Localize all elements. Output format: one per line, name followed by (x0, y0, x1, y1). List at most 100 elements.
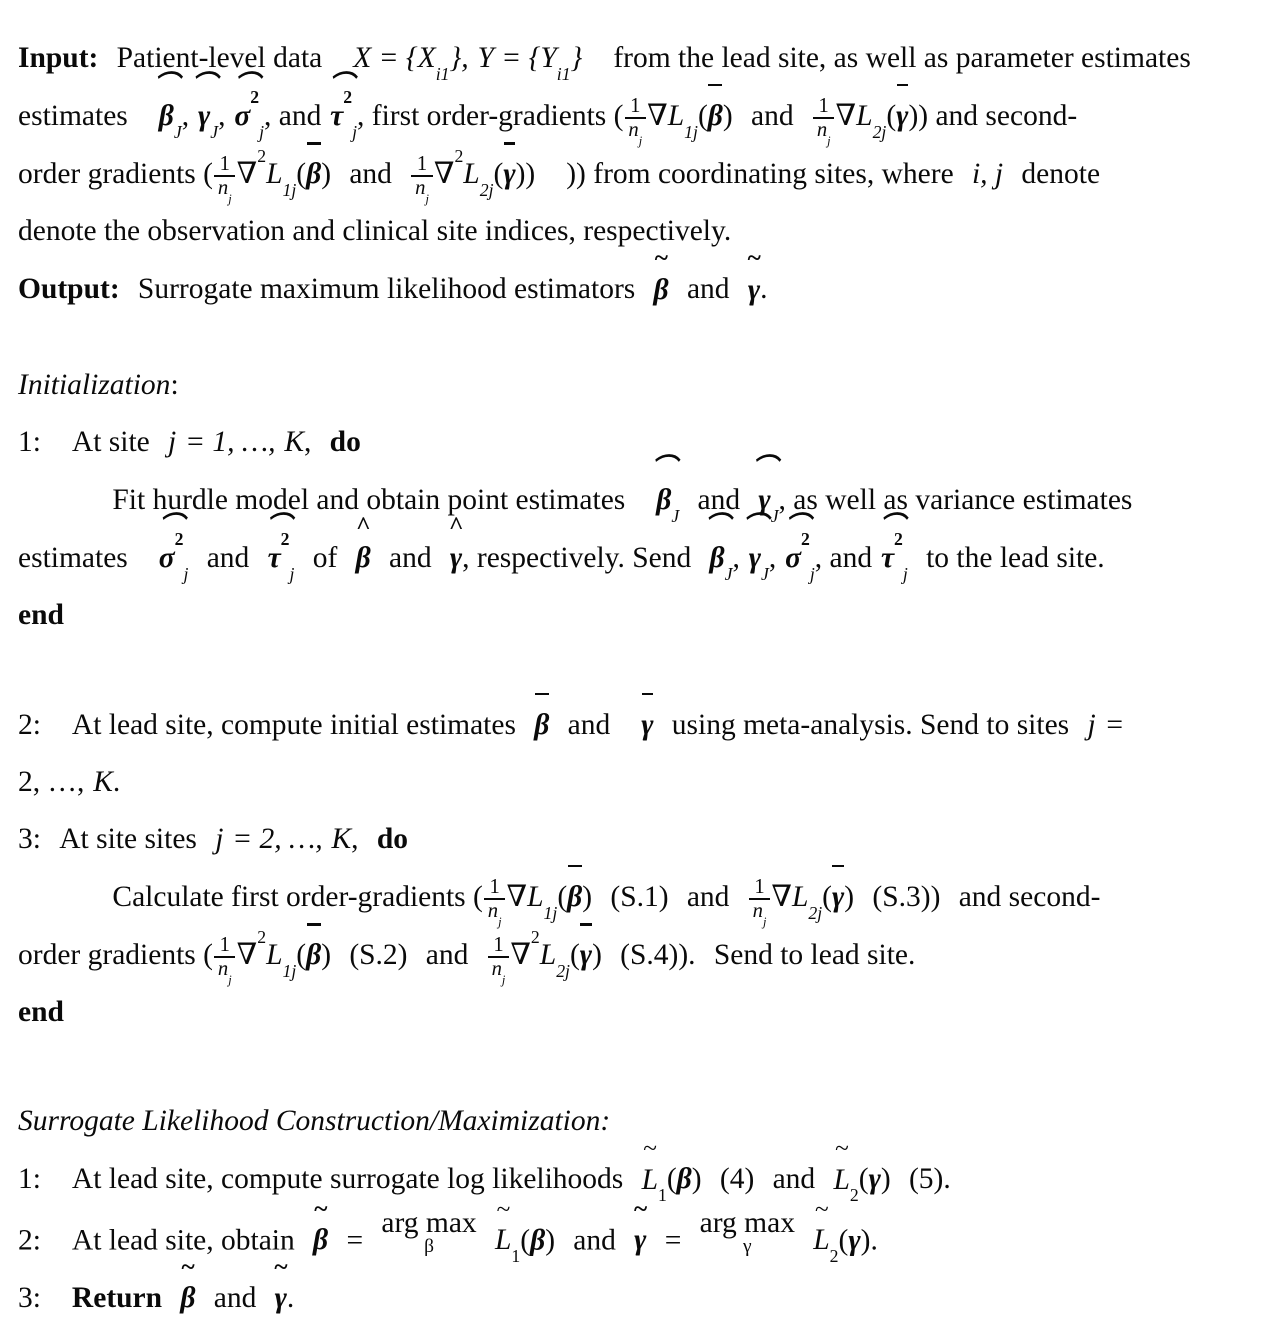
surrogate-step-1: 1: At lead site, compute surrogate log li… (18, 1134, 1266, 1208)
nabla-icon-5: ∇ (506, 881, 528, 914)
initialization-block: Initialization: 1: At site j = 1, …, K, do Fi… (18, 357, 1266, 644)
argmax-under-beta: β (424, 1235, 434, 1257)
input-math-X-close: }, (449, 42, 469, 74)
gamma-bar-symbol-5: γ (580, 923, 592, 984)
nabla-icon-3: ∇ (236, 158, 258, 191)
frac-den-1: nj (624, 117, 646, 147)
send-tau-hat-sq: ⌒ τ2 (879, 512, 905, 574)
frac-one-over-nj-2: 1 nj (813, 95, 835, 147)
nabla-sup-2-b: 2 (454, 145, 464, 166)
gamma-tilde-symbol-1: ~ γ (746, 244, 762, 306)
frac-one-over-nj-8: 1 nj (487, 934, 510, 987)
init-body-word-estimates: estimates (18, 541, 128, 574)
input-line-3: order gradients (1 nj ∇2L1j(β) and 1 nj ∇2L2j(… (18, 142, 1266, 206)
paren-open-2: ( (886, 100, 897, 133)
init-step-1: 1: At site j = 1, …, K, do (18, 425, 361, 458)
paren-open-1: ( (697, 100, 708, 133)
main-do-keyword: do (376, 823, 408, 856)
L2j-2: L (463, 158, 480, 191)
beta-bar-symbol-5: β (306, 923, 321, 984)
frac-one-over-nj-7: 1 nj (214, 934, 236, 987)
main-step-2-line-2: 2, …, K. (18, 766, 121, 799)
frac-one-over-nj-3: 1 nj (214, 153, 236, 206)
input-text-3: , first order-gradients ( (357, 100, 624, 133)
input-line-1: Input: Patient-level data X = {Xi1}, Y = {Y… (18, 30, 1266, 87)
beta-bar-symbol-3: β (534, 692, 549, 754)
ref-s4: (S.4)). (620, 939, 696, 972)
send-gamma-hat-J: ⌒ γ (742, 512, 768, 574)
send-sigma-hat-sq: ⌒ σ2 (784, 512, 811, 574)
input-math-X: X = {X (353, 42, 436, 74)
sub-J-3: J (671, 505, 680, 526)
input-text-2: from the lead site, as well as parameter… (613, 42, 1191, 74)
sub-j-a: j (259, 122, 264, 143)
input-block: Input: Patient-level data X = {Xi1}, Y = {Y… (18, 30, 1266, 260)
sigma-hat-sq-j-symbol: ⌒ σ2 (234, 70, 260, 133)
ref-s3: (S.3)) (872, 881, 941, 914)
frac-den-2: nj (813, 117, 835, 147)
beta-bar-symbol-1: β (708, 84, 723, 145)
nabla-icon-7: ∇ (236, 939, 258, 972)
input-text-4-head: ) and second- (918, 100, 1078, 133)
L2j-sub-1: 2j (872, 122, 887, 143)
indices-ij: i, j (971, 158, 1004, 191)
surrogate-step-3: 3: Return ~ β and ~ γ. (18, 1252, 1266, 1327)
beta-tilde-symbol-3: ~ β (180, 1252, 196, 1315)
sup-2-b: 2 (343, 87, 353, 108)
surrogate-step-2: 2: At lead site, obtain ~ β = arg max β ~ L1(β) a… (18, 1194, 1266, 1269)
sub-j-b: j (352, 122, 358, 143)
algorithm-page: Input: Patient-level data X = {Xi1}, Y = {Y… (0, 0, 1280, 1314)
sigma-sq-j-symbol-2: ⌒ σ2 (158, 512, 184, 574)
input-text-6: denote the observation and clinical site… (18, 215, 732, 248)
main-loop-block: 2: At lead site, compute initial estimate… (18, 692, 1266, 1042)
input-sub-i1-b: i1 (556, 63, 571, 84)
main-step-3: 3: At site sites j = 2, …, K, do (18, 823, 408, 856)
L1j-1: L (667, 100, 685, 133)
beta-tilde-symbol-1: ~ β (653, 244, 669, 306)
main-step-2-number: 2: (18, 709, 41, 742)
L1-tilde-symbol-2: ~ L (494, 1194, 512, 1256)
paren-close-5: ) (525, 158, 536, 191)
sub-J-5: J (724, 563, 733, 584)
gamma-hat-symbol: ^ γ (448, 512, 464, 574)
L2-tilde-symbol: ~ L (833, 1134, 850, 1196)
output-text: Surrogate maximum likelihood estimators (137, 273, 636, 306)
comma-2: , (218, 100, 226, 133)
gamma-bar-symbol-1: γ (896, 84, 908, 145)
sub-j-c: j (183, 563, 189, 584)
beta-hat-J-symbol: ⌒ β (153, 70, 179, 133)
main-body-line-1: Calculate first order-gradients (1 nj ∇L1j… (18, 865, 1266, 928)
input-line-4: denote the observation and clinical site… (18, 203, 1266, 260)
output-line: Output: Surrogate maximum likelihood esti… (18, 244, 1266, 318)
paren-close-2: ) (908, 100, 919, 133)
init-step-1-number: 1: (18, 425, 41, 458)
gamma-tilde-symbol-3: ~ γ (273, 1252, 288, 1315)
nabla-icon-6: ∇ (771, 881, 792, 914)
output-period: . (760, 273, 768, 306)
main-word-order-gradients: order gradients ( (18, 939, 213, 972)
input-word-order-gradients: order gradients ( (18, 158, 213, 191)
frac-den-3: nj (214, 175, 236, 206)
surrogate-step-2-number: 2: (18, 1223, 41, 1256)
init-body-paragraph: Fit hurdle model and obtain point estima… (18, 455, 1266, 587)
frac-one-over-nj-6: 1 nj (748, 876, 771, 928)
argmax-beta: arg max β (381, 1206, 477, 1257)
sub-j-e: j (809, 563, 815, 584)
paren-close-1: ) (722, 100, 733, 133)
input-text-5: )) from coordinating sites, where (566, 158, 954, 191)
tau-hat-sq-j-symbol: ⌒ τ2 (328, 70, 354, 133)
ref-5: (5). (908, 1163, 951, 1196)
L1j-2: L (266, 158, 283, 191)
input-word-estimates: estimates (18, 100, 128, 133)
main-tail-second: and second- (958, 881, 1101, 914)
argmax-gamma: arg max γ (699, 1206, 795, 1257)
ref-4: (4) (719, 1163, 755, 1196)
frac-one-over-nj-5: 1 nj (484, 876, 506, 928)
output-label: Output: (18, 273, 120, 306)
nabla-icon-2: ∇ (835, 100, 857, 133)
gamma-bar-symbol-3: γ (641, 692, 653, 754)
sup-2-a: 2 (250, 87, 260, 108)
nabla-icon-4: ∇ (433, 158, 455, 191)
paren-close-3: ) (321, 158, 332, 191)
L1j-sub-1: 1j (684, 122, 698, 143)
